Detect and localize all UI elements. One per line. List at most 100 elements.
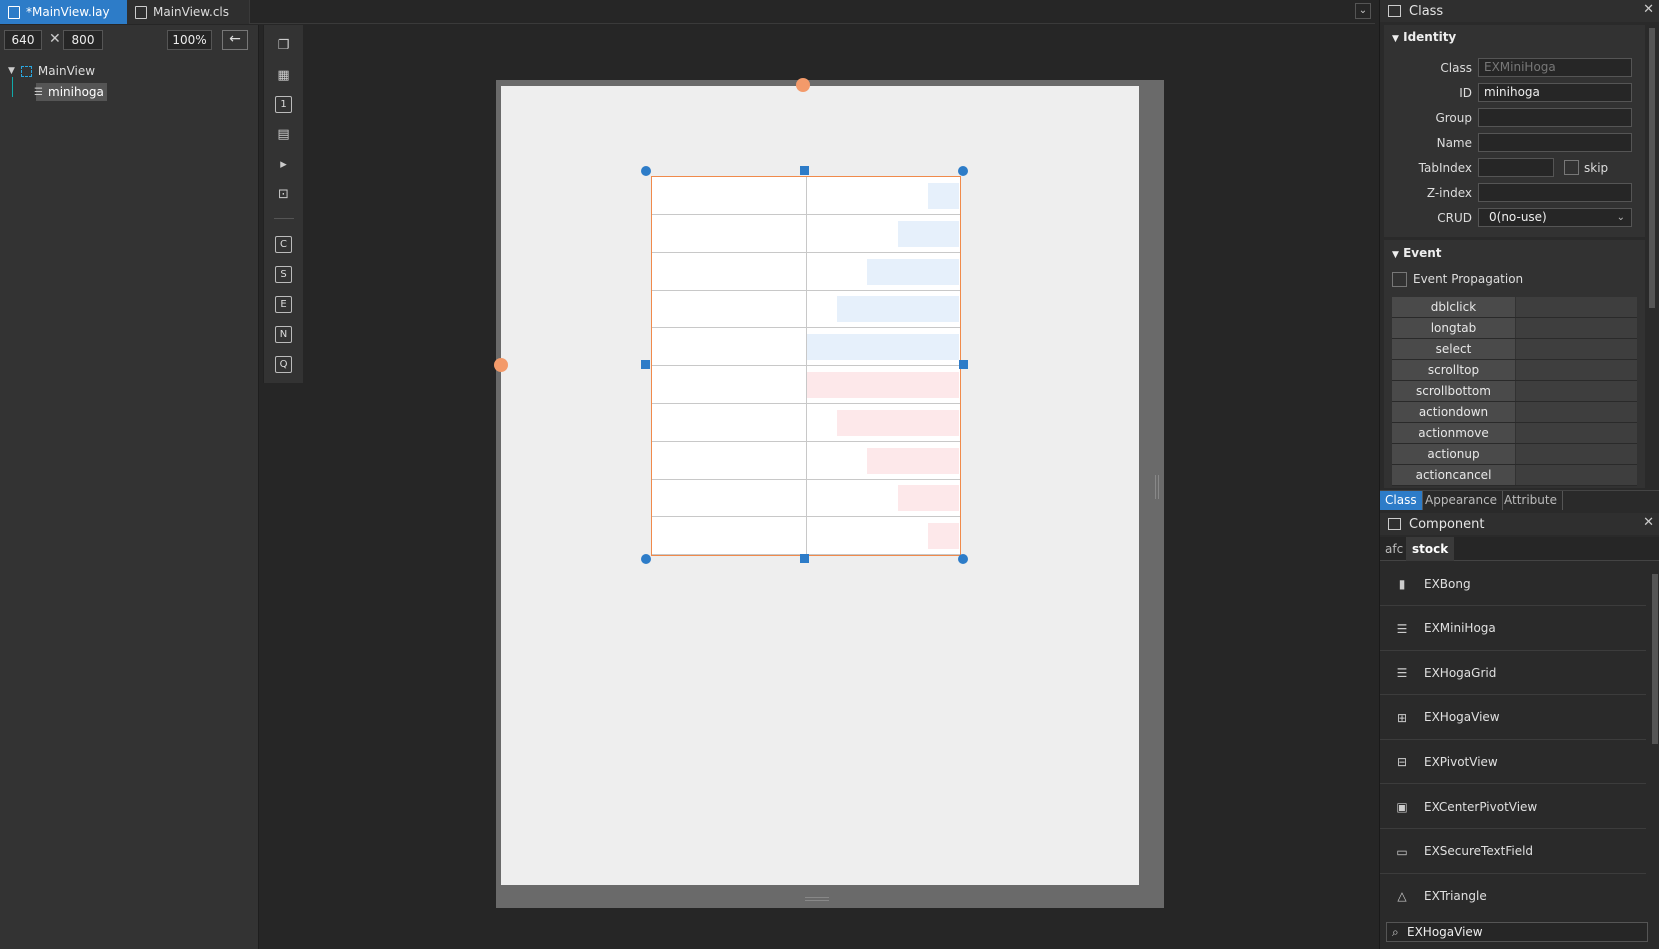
event-propagation-checkbox[interactable]	[1392, 272, 1407, 287]
event-name: select	[1392, 339, 1515, 359]
n-button[interactable]: N	[275, 326, 292, 343]
crud-label: CRUD	[1437, 211, 1472, 225]
tabindex-field[interactable]	[1478, 158, 1554, 177]
close-icon[interactable]: ✕	[1643, 2, 1654, 17]
component-label: EXHogaGrid	[1424, 665, 1497, 680]
crud-value: 0(no-use)	[1489, 210, 1547, 224]
tab-afc[interactable]: afc	[1380, 537, 1410, 561]
copy-icon[interactable]: ❐	[275, 37, 292, 54]
event-name: actioncancel	[1392, 465, 1515, 485]
event-row-actionup[interactable]: actionup	[1392, 444, 1637, 465]
component-label: EXMiniHoga	[1424, 621, 1496, 636]
event-header[interactable]: ▼ Event	[1392, 246, 1442, 260]
panel-title: Class	[1409, 3, 1444, 19]
properties-scrollbar[interactable]	[1649, 28, 1655, 308]
c-button[interactable]: C	[275, 236, 292, 253]
resize-handle-s[interactable]	[800, 554, 809, 563]
close-icon[interactable]: ✕	[1643, 515, 1654, 530]
tab-class[interactable]: Class	[1380, 491, 1423, 510]
event-handler-field[interactable]	[1516, 297, 1637, 317]
resize-handle-w[interactable]	[641, 360, 650, 369]
name-field[interactable]	[1478, 133, 1632, 152]
tab-mainview-lay[interactable]: *MainView.lay	[0, 0, 127, 24]
component-item[interactable]: ⊟ EXPivotView	[1380, 740, 1646, 785]
crud-select[interactable]: 0(no-use) ⌄	[1478, 208, 1632, 227]
column-divider	[806, 177, 807, 555]
event-row-dblclick[interactable]: dblclick	[1392, 297, 1637, 318]
back-arrow-button[interactable]: ←	[222, 30, 248, 50]
bid-volume-bar	[806, 372, 959, 398]
component-item[interactable]: ☰ EXMiniHoga	[1380, 607, 1646, 651]
grid-icon[interactable]: ▦	[275, 67, 292, 84]
minihoga-component[interactable]	[651, 176, 961, 556]
event-row-actiondown[interactable]: actiondown	[1392, 402, 1637, 423]
tab-list-dropdown-icon[interactable]: ⌄	[1355, 3, 1371, 19]
right-resize-handle[interactable]	[1155, 475, 1159, 499]
select-frame-icon[interactable]: ⊡	[275, 186, 292, 203]
event-handler-field[interactable]	[1516, 402, 1637, 422]
event-name: actionup	[1392, 444, 1515, 464]
event-row-longtab[interactable]: longtab	[1392, 318, 1637, 339]
component-icon: △	[1397, 889, 1407, 904]
tab-mainview-cls[interactable]: MainView.cls	[127, 0, 250, 24]
tab-appearance[interactable]: Appearance	[1420, 491, 1504, 510]
collapse-caret-icon: ▼	[1392, 250, 1399, 260]
tree-item-minihoga[interactable]: ☰ minihoga	[34, 83, 107, 101]
event-handler-field[interactable]	[1516, 360, 1637, 380]
search-icon: ⌕	[1392, 925, 1399, 939]
zoom-input[interactable]: 100%	[167, 30, 212, 50]
q-button[interactable]: Q	[275, 356, 292, 373]
s-button[interactable]: S	[275, 266, 292, 283]
zindex-field[interactable]	[1478, 183, 1632, 202]
identity-header[interactable]: ▼ Identity	[1392, 30, 1456, 44]
group-field[interactable]	[1478, 108, 1632, 127]
resize-handle-sw[interactable]	[641, 554, 651, 564]
play-icon[interactable]: ▸	[275, 156, 292, 173]
component-item[interactable]: △ EXTriangle	[1380, 874, 1646, 917]
component-item[interactable]: ☰ EXHogaGrid	[1380, 651, 1646, 696]
component-item[interactable]: ▣ EXCenterPivotView	[1380, 785, 1646, 829]
identity-section: ▼ Identity Class EXMiniHoga ID minihoga …	[1384, 25, 1645, 237]
component-search-input[interactable]: ⌕ EXHogaView	[1386, 922, 1648, 942]
component-label: EXHogaView	[1424, 710, 1500, 725]
event-handler-field[interactable]	[1516, 381, 1637, 401]
component-item[interactable]: ▮ EXBong	[1380, 562, 1646, 606]
layout-icon[interactable]: ▤	[275, 126, 292, 143]
tab-stock[interactable]: stock	[1406, 537, 1455, 561]
tree-item-mainview[interactable]: ▼ MainView	[8, 64, 95, 78]
event-name: longtab	[1392, 318, 1515, 338]
resize-handle-ne[interactable]	[958, 166, 968, 176]
id-field[interactable]: minihoga	[1478, 83, 1632, 102]
resize-handle-se[interactable]	[958, 554, 968, 564]
component-item[interactable]: ⊞ EXHogaView	[1380, 696, 1646, 740]
component-label: EXSecureTextField	[1424, 844, 1534, 859]
event-name: actiondown	[1392, 402, 1515, 422]
number-one-icon[interactable]: 1	[275, 96, 292, 113]
resize-handle-nw[interactable]	[641, 166, 651, 176]
event-row-scrollbottom[interactable]: scrollbottom	[1392, 381, 1637, 402]
resize-handle-n[interactable]	[800, 166, 809, 175]
event-handler-field[interactable]	[1516, 318, 1637, 338]
event-row-select[interactable]: select	[1392, 339, 1637, 360]
event-handler-field[interactable]	[1516, 444, 1637, 464]
e-button[interactable]: E	[275, 296, 292, 313]
bottom-resize-handle[interactable]	[805, 897, 829, 901]
event-row-scrolltop[interactable]: scrolltop	[1392, 360, 1637, 381]
height-input[interactable]: 800	[63, 30, 103, 50]
component-item[interactable]: ▭ EXSecureTextField	[1380, 830, 1646, 874]
top-anchor-handle[interactable]	[796, 78, 810, 92]
tab-attribute[interactable]: Attribute	[1499, 491, 1563, 510]
component-scrollbar[interactable]	[1652, 574, 1658, 744]
ask-volume-bar	[806, 334, 959, 361]
resize-handle-e[interactable]	[959, 360, 968, 369]
skip-checkbox[interactable]	[1564, 160, 1579, 175]
hoga-icon: ☰	[34, 86, 43, 98]
event-row-actioncancel[interactable]: actioncancel	[1392, 465, 1637, 486]
event-handler-field[interactable]	[1516, 339, 1637, 359]
event-row-actionmove[interactable]: actionmove	[1392, 423, 1637, 444]
expand-caret-icon[interactable]: ▼	[8, 66, 15, 76]
width-input[interactable]: 640	[4, 30, 42, 50]
left-anchor-handle[interactable]	[494, 358, 508, 372]
event-handler-field[interactable]	[1516, 423, 1637, 443]
event-handler-field[interactable]	[1516, 465, 1637, 485]
